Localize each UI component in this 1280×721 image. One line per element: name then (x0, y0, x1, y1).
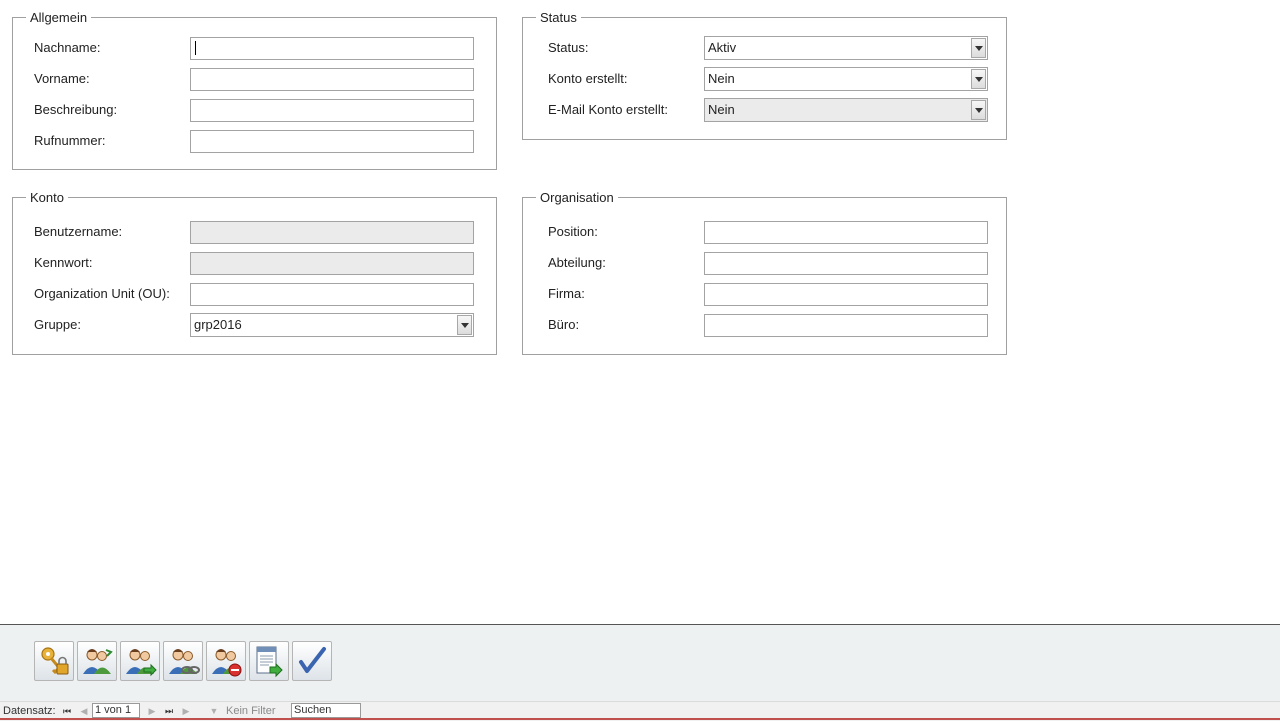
position-input[interactable] (704, 221, 988, 244)
document-export-button[interactable] (249, 641, 289, 681)
record-label: Datensatz: (3, 705, 56, 717)
status-label: Status: (548, 40, 589, 55)
buero-input[interactable] (704, 314, 988, 337)
key-lock-icon (41, 647, 69, 675)
group-konto-legend: Konto (30, 190, 64, 205)
user-export-icon (126, 649, 157, 677)
vorname-input[interactable] (190, 68, 474, 91)
nachname-input[interactable] (190, 37, 474, 60)
chevron-down-icon[interactable] (971, 38, 986, 58)
group-allgemein-legend: Allgemein (30, 10, 88, 25)
kennwort-label: Kennwort: (34, 255, 93, 270)
ou-label: Organization Unit (OU): (34, 286, 170, 301)
checkmark-icon (299, 647, 326, 673)
last-record-icon[interactable]: ⏭ (162, 704, 176, 718)
filter-status[interactable]: Kein Filter (226, 705, 276, 717)
beschreibung-label: Beschreibung: (34, 102, 118, 117)
abteilung-input[interactable] (704, 252, 988, 275)
nachname-label: Nachname: (34, 40, 101, 55)
document-export-icon (256, 646, 283, 678)
firma-label: Firma: (548, 286, 585, 301)
next-record-icon[interactable]: ▶ (145, 704, 159, 718)
email-konto-label: E-Mail Konto erstellt: (548, 102, 668, 117)
rufnummer-label: Rufnummer: (34, 133, 106, 148)
vorname-label: Vorname: (34, 71, 90, 86)
user-link-button[interactable] (163, 641, 203, 681)
firma-input[interactable] (704, 283, 988, 306)
ou-input[interactable] (190, 283, 474, 306)
gruppe-label: Gruppe: (34, 317, 81, 332)
abteilung-label: Abteilung: (548, 255, 606, 270)
kennwort-input[interactable] (190, 252, 474, 275)
chevron-down-icon[interactable] (457, 315, 472, 335)
status-select-value: Aktiv (708, 40, 737, 55)
action-toolbar (0, 624, 1280, 702)
position-label: Position: (548, 224, 598, 239)
buero-label: Büro: (548, 317, 580, 332)
beschreibung-input[interactable] (190, 99, 474, 122)
record-position-field[interactable]: 1 von 1 (92, 703, 140, 718)
user-remove-button[interactable] (206, 641, 246, 681)
group-organisation-legend: Organisation (540, 190, 614, 205)
key-lock-button[interactable] (34, 641, 74, 681)
user-export-button[interactable] (120, 641, 160, 681)
search-input[interactable]: Suchen (291, 703, 361, 718)
konto-erstellt-select[interactable]: Nein (704, 67, 988, 91)
group-status-legend: Status (540, 10, 577, 25)
first-record-icon[interactable]: ⏮ (60, 704, 74, 718)
chevron-down-icon[interactable] (971, 100, 986, 120)
previous-record-icon[interactable]: ◀ (77, 704, 91, 718)
filter-icon[interactable]: ▼ (207, 704, 221, 718)
user-edit-button[interactable] (77, 641, 117, 681)
konto-erstellt-label: Konto erstellt: (548, 71, 628, 86)
gruppe-select[interactable]: grp2016 (190, 313, 474, 337)
user-link-icon (169, 649, 200, 674)
confirm-button[interactable] (292, 641, 332, 681)
rufnummer-input[interactable] (190, 130, 474, 153)
status-select[interactable]: Aktiv (704, 36, 988, 60)
email-konto-select[interactable]: Nein (704, 98, 988, 122)
benutzername-label: Benutzername: (34, 224, 123, 239)
konto-erstellt-value: Nein (708, 71, 735, 86)
user-edit-icon (83, 649, 113, 674)
text-caret (195, 41, 196, 55)
email-konto-value: Nein (708, 102, 735, 117)
gruppe-select-value: grp2016 (194, 317, 242, 332)
new-record-icon[interactable]: ▶ (179, 704, 193, 718)
user-remove-icon (212, 649, 242, 677)
chevron-down-icon[interactable] (971, 69, 986, 89)
benutzername-input[interactable] (190, 221, 474, 244)
